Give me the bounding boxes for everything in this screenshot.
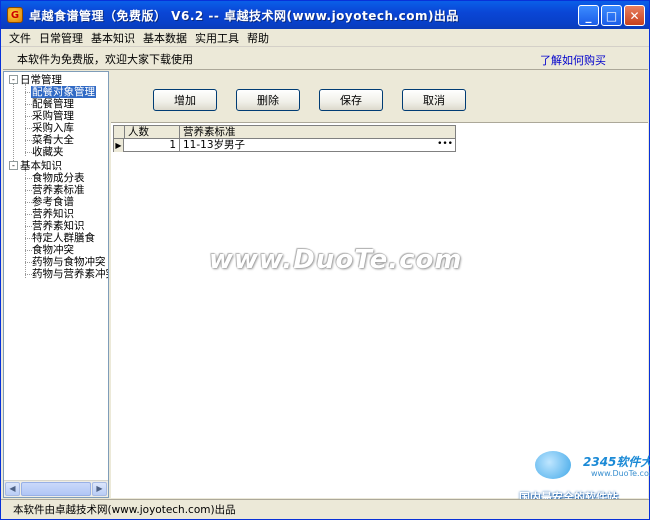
expand-toggle-knowledge[interactable]: - bbox=[9, 161, 18, 170]
minimize-icon: _ bbox=[585, 8, 592, 23]
cell-standard[interactable]: 11-13岁男子 ••• bbox=[180, 139, 455, 152]
menu-data[interactable]: 基本数据 bbox=[141, 30, 193, 46]
tree-item-purchase[interactable]: 采购管理 bbox=[32, 110, 74, 122]
mascot-icon bbox=[535, 451, 571, 479]
tree-horizontal-scrollbar[interactable]: ◀ ▶ bbox=[4, 480, 108, 497]
tree-item-diet-target[interactable]: 配餐对象管理 bbox=[31, 86, 96, 98]
tree-item-food-composition[interactable]: 食物成分表 bbox=[32, 172, 85, 184]
site-watermark: www.DuoTe.com bbox=[209, 245, 463, 275]
free-notice: 本软件为免费版，欢迎大家下载使用 bbox=[17, 52, 193, 66]
tree-item-nutrient-knowledge[interactable]: 营养素知识 bbox=[32, 220, 85, 232]
tree-connector bbox=[25, 128, 32, 129]
logo-url: www.DuoTe.com bbox=[591, 469, 650, 478]
content-panel: 增加 删除 保存 取消 人数 营养素标准 ▶ 1 11-13岁男子 ••• bbox=[111, 71, 648, 498]
scroll-thumb[interactable] bbox=[21, 482, 91, 496]
tree-connector bbox=[25, 178, 32, 179]
data-grid: 人数 营养素标准 ▶ 1 11-13岁男子 ••• bbox=[113, 125, 456, 152]
column-header-count[interactable]: 人数 bbox=[125, 126, 180, 139]
menu-tools[interactable]: 实用工具 bbox=[193, 30, 245, 46]
grid-corner bbox=[114, 126, 125, 139]
logo-text: 2345软件大全 bbox=[583, 455, 650, 469]
tree-connector bbox=[25, 274, 32, 275]
tree-item-dishes[interactable]: 菜肴大全 bbox=[32, 134, 74, 146]
tree-connector bbox=[25, 152, 32, 153]
tree-connector bbox=[25, 104, 32, 105]
tree-item-special-diet[interactable]: 特定人群膳食 bbox=[32, 232, 95, 244]
tree-item-drug-nutrient-conflict[interactable]: 药物与营养素冲突 bbox=[32, 268, 108, 280]
row-indicator-icon: ▶ bbox=[114, 139, 124, 152]
navigation-tree: - 日常管理 配餐对象管理 配餐管理 采购管理 采购入库 菜肴大全 收藏夹 - … bbox=[3, 71, 109, 498]
title-bar[interactable]: G 卓越食谱管理（免费版） V6.2 -- 卓越技术网(www.joyotech… bbox=[1, 1, 649, 29]
cell-standard-value: 11-13岁男子 bbox=[183, 139, 246, 151]
app-window: G 卓越食谱管理（免费版） V6.2 -- 卓越技术网(www.joyotech… bbox=[0, 0, 650, 520]
table-row[interactable]: ▶ 1 11-13岁男子 ••• bbox=[114, 139, 455, 152]
add-button[interactable]: 增加 bbox=[153, 89, 217, 111]
close-icon: ✕ bbox=[629, 8, 640, 23]
tree-group-knowledge[interactable]: 基本知识 bbox=[20, 160, 62, 172]
tree-connector bbox=[13, 83, 14, 167]
action-toolbar: 增加 删除 保存 取消 bbox=[111, 71, 648, 123]
expand-toggle-daily[interactable]: - bbox=[9, 75, 18, 84]
status-bar: 本软件由卓越技术网(www.joyotech.com)出品 bbox=[1, 499, 649, 519]
tree-item-nutrient-standard[interactable]: 营养素标准 bbox=[32, 184, 85, 196]
tree-connector bbox=[25, 84, 26, 156]
save-button[interactable]: 保存 bbox=[319, 89, 383, 111]
maximize-button[interactable]: □ bbox=[601, 5, 622, 26]
tree-item-diet-manage[interactable]: 配餐管理 bbox=[32, 98, 74, 110]
tree-item-food-conflict[interactable]: 食物冲突 bbox=[32, 244, 74, 256]
tree-group-daily[interactable]: 日常管理 bbox=[20, 74, 62, 86]
delete-button[interactable]: 删除 bbox=[236, 89, 300, 111]
menu-help[interactable]: 帮助 bbox=[245, 30, 275, 46]
tree-connector bbox=[25, 190, 32, 191]
tree-item-nutrition-knowledge[interactable]: 营养知识 bbox=[32, 208, 74, 220]
maximize-icon: □ bbox=[605, 8, 618, 23]
status-text: 本软件由卓越技术网(www.joyotech.com)出品 bbox=[13, 504, 236, 516]
tree-connector bbox=[25, 140, 32, 141]
menu-knowledge[interactable]: 基本知识 bbox=[89, 30, 141, 46]
info-bar: 本软件为免费版，欢迎大家下载使用 了解如何购买 bbox=[3, 48, 648, 70]
ellipsis-icon[interactable]: ••• bbox=[437, 139, 453, 149]
tree-connector bbox=[25, 226, 32, 227]
cancel-button[interactable]: 取消 bbox=[402, 89, 466, 111]
tree-item-drug-food-conflict[interactable]: 药物与食物冲突 bbox=[32, 256, 106, 268]
scroll-right-button[interactable]: ▶ bbox=[92, 482, 107, 496]
tree-item-favorites[interactable]: 收藏夹 bbox=[32, 146, 64, 158]
cell-count[interactable]: 1 bbox=[125, 139, 180, 152]
chevron-right-icon: ▶ bbox=[96, 484, 103, 493]
window-controls: _ □ ✕ bbox=[578, 5, 645, 26]
menu-daily[interactable]: 日常管理 bbox=[37, 30, 89, 46]
grid-header: 人数 营养素标准 bbox=[114, 126, 455, 139]
scroll-left-button[interactable]: ◀ bbox=[5, 482, 20, 496]
minimize-button[interactable]: _ bbox=[578, 5, 599, 26]
app-icon: G bbox=[7, 7, 23, 23]
tree-item-stock-in[interactable]: 采购入库 bbox=[32, 122, 74, 134]
menu-bar: 文件 日常管理 基本知识 基本数据 实用工具 帮助 bbox=[1, 29, 649, 47]
column-header-standard[interactable]: 营养素标准 bbox=[180, 126, 455, 139]
tree-connector bbox=[25, 214, 32, 215]
tree-connector bbox=[25, 238, 32, 239]
tree-item-reference-recipes[interactable]: 参考食谱 bbox=[32, 196, 74, 208]
menu-file[interactable]: 文件 bbox=[7, 30, 37, 46]
chevron-left-icon: ◀ bbox=[9, 484, 16, 493]
close-button[interactable]: ✕ bbox=[624, 5, 645, 26]
buy-link[interactable]: 了解如何购买 bbox=[540, 52, 606, 68]
tree-connector bbox=[25, 250, 32, 251]
window-title: 卓越食谱管理（免费版） V6.2 -- 卓越技术网(www.joyotech.c… bbox=[29, 8, 459, 23]
tree-connector bbox=[25, 202, 32, 203]
tree-connector bbox=[25, 262, 32, 263]
tree-connector bbox=[25, 116, 32, 117]
